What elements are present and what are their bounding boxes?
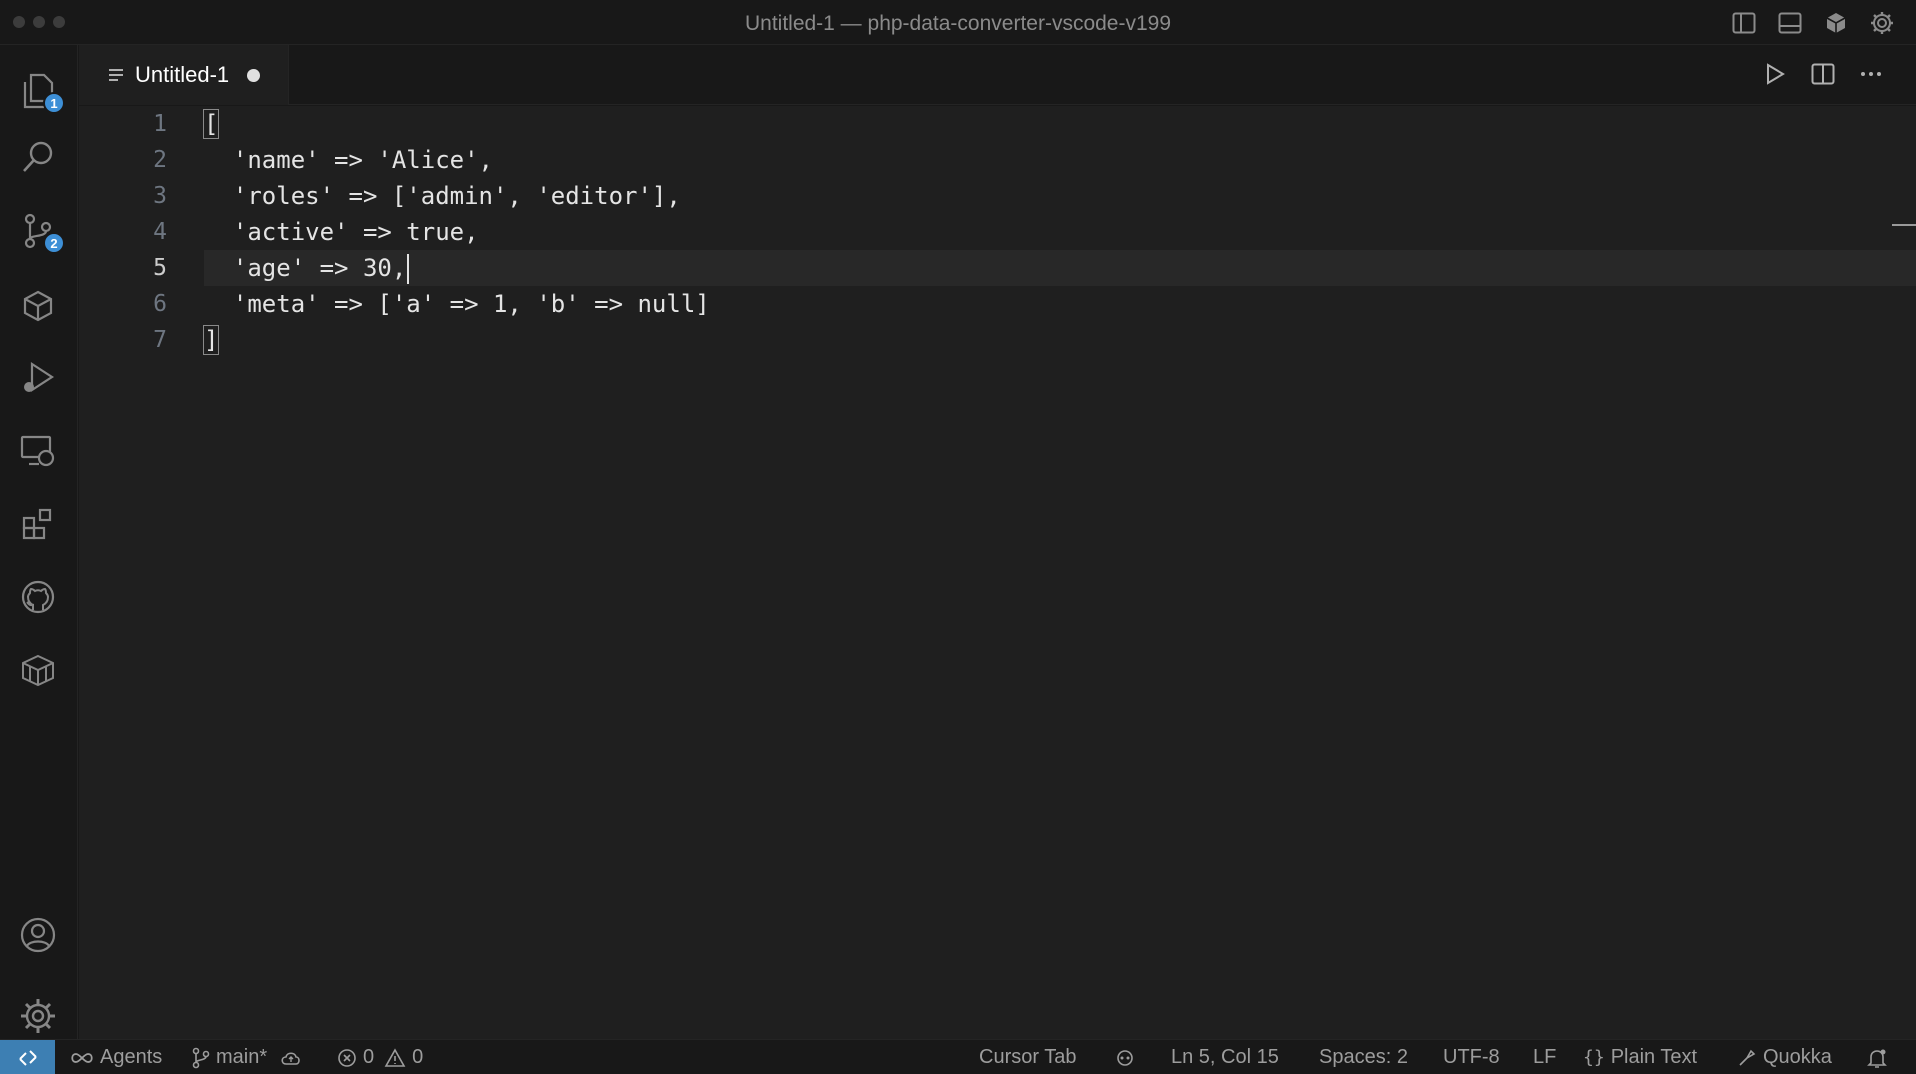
code-line[interactable]: ] — [202, 322, 1916, 358]
extensions-button[interactable] — [17, 503, 59, 545]
curly-braces-icon: {} — [1583, 1047, 1605, 1068]
explorer-button[interactable]: 1 — [17, 70, 65, 114]
bell-icon — [1867, 1049, 1887, 1068]
account-icon — [20, 917, 56, 953]
title-bar: Untitled-1 — php-data-converter-vscode-v… — [0, 0, 1916, 45]
code-line-active[interactable]: 'age' => 30, — [204, 250, 1916, 286]
code-line[interactable]: 'active' => true, — [204, 214, 1916, 250]
line-number-gutter: 1 2 3 4 5 6 7 — [79, 106, 169, 358]
code-line[interactable]: 'name' => 'Alice', — [204, 142, 1916, 178]
search-button[interactable] — [17, 136, 59, 178]
split-editor-icon[interactable] — [1808, 59, 1838, 89]
code-line[interactable]: 'roles' => ['admin', 'editor'], — [204, 178, 1916, 214]
title-actions — [1730, 9, 1896, 37]
run-debug-button[interactable] — [17, 357, 59, 399]
editor-actions — [1760, 59, 1886, 89]
notifications-button[interactable] — [1866, 1040, 1888, 1074]
agents-label: Agents — [100, 1046, 163, 1068]
extensions-icon — [22, 508, 52, 540]
matching-bracket: [ — [202, 109, 220, 139]
quokka-label: Quokka — [1763, 1046, 1832, 1068]
copilot-status[interactable] — [1113, 1040, 1137, 1074]
accounts-button[interactable] — [17, 914, 59, 956]
text-cursor — [407, 254, 410, 284]
agents-status[interactable]: Agents — [70, 1040, 162, 1074]
remote-explorer-icon — [20, 435, 55, 467]
line-number: 6 — [153, 291, 167, 317]
run-icon[interactable] — [1760, 59, 1790, 89]
code-editor[interactable]: 1 2 3 4 5 6 7 [ 'name' => 'Alice', 'role… — [79, 106, 1916, 1039]
status-bar: Agents main* 0 0 Cursor Tab Ln 5, Col 15… — [0, 1039, 1916, 1074]
cursor-tab-status[interactable]: Cursor Tab — [979, 1040, 1076, 1074]
infinity-icon — [71, 1052, 93, 1063]
branch-status[interactable]: main* — [192, 1040, 305, 1074]
error-icon — [338, 1048, 356, 1067]
package-icon — [22, 654, 54, 687]
warning-count: 0 — [412, 1046, 424, 1068]
eol-status[interactable]: LF — [1533, 1040, 1556, 1074]
github-button[interactable] — [17, 576, 59, 618]
toggle-sidebar-icon[interactable] — [1730, 9, 1758, 37]
settings-gear-icon[interactable] — [1868, 9, 1896, 37]
remote-icon — [18, 1049, 37, 1066]
cloud-sync-icon — [281, 1051, 300, 1065]
github-icon — [21, 580, 55, 614]
quokka-status[interactable]: Quokka — [1737, 1040, 1832, 1074]
cursor-position-status[interactable]: Ln 5, Col 15 — [1171, 1040, 1279, 1074]
more-actions-icon[interactable] — [1856, 59, 1886, 89]
activity-bar: 1 2 — [0, 45, 78, 1039]
manage-button[interactable] — [17, 995, 59, 1037]
line-number: 3 — [153, 183, 167, 209]
cube-icon — [23, 290, 53, 322]
toggle-panel-icon[interactable] — [1776, 9, 1804, 37]
problems-status[interactable]: 0 0 — [337, 1040, 423, 1074]
explorer-badge: 1 — [43, 92, 65, 114]
settings-gear-icon — [21, 999, 55, 1033]
language-mode-label: Plain Text — [1610, 1046, 1698, 1068]
branch-label: main* — [216, 1046, 268, 1068]
line-number: 2 — [153, 147, 167, 173]
line-number-active: 5 — [153, 255, 167, 281]
cursor-tab-label: Cursor Tab — [979, 1046, 1077, 1068]
code-line[interactable]: [ — [202, 106, 1916, 142]
source-control-badge: 2 — [43, 232, 65, 254]
quokka-icon — [1739, 1049, 1756, 1066]
search-icon — [23, 141, 53, 172]
encoding-status[interactable]: UTF-8 — [1443, 1040, 1500, 1074]
package-button[interactable] — [17, 649, 59, 691]
tab-bar: Untitled-1 — [79, 45, 1916, 105]
copilot-icon — [1117, 1049, 1133, 1066]
error-count: 0 — [363, 1046, 375, 1068]
git-branch-icon — [192, 1047, 210, 1068]
window-title: Untitled-1 — php-data-converter-vscode-v… — [744, 12, 1172, 35]
eol-label: LF — [1533, 1046, 1557, 1068]
encoding-label: UTF-8 — [1443, 1046, 1500, 1068]
remote-explorer-button[interactable] — [17, 430, 59, 472]
code-line-text: 'age' => 30, — [204, 254, 407, 282]
indentation-status[interactable]: Spaces: 2 — [1319, 1040, 1408, 1074]
line-number: 1 — [153, 111, 167, 137]
code-line[interactable]: 'meta' => ['a' => 1, 'b' => null] — [204, 286, 1916, 322]
cube-icon[interactable] — [1822, 9, 1850, 37]
language-mode-status[interactable]: {} Plain Text — [1583, 1040, 1697, 1074]
overview-ruler-cursor-mark — [1892, 224, 1916, 226]
line-number: 7 — [153, 327, 167, 353]
cube-extension-button[interactable] — [17, 285, 59, 327]
matching-bracket: ] — [202, 325, 220, 355]
source-control-button[interactable]: 2 — [17, 210, 65, 254]
code-lines[interactable]: [ 'name' => 'Alice', 'roles' => ['admin'… — [202, 106, 1916, 358]
cursor-position-label: Ln 5, Col 15 — [1171, 1046, 1279, 1068]
line-number: 4 — [153, 219, 167, 245]
tab-label: Untitled-1 — [135, 62, 230, 87]
run-debug-icon — [24, 361, 55, 393]
warning-icon — [384, 1047, 406, 1067]
unsaved-dot-icon[interactable] — [247, 68, 261, 82]
remote-indicator[interactable] — [0, 1040, 55, 1074]
indentation-label: Spaces: 2 — [1319, 1046, 1408, 1068]
tab-untitled-1[interactable]: Untitled-1 — [79, 45, 289, 105]
plain-text-file-icon — [107, 67, 125, 83]
